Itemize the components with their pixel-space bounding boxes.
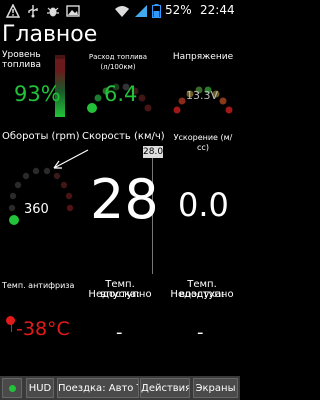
voltage-label: Напряжение: [172, 52, 234, 62]
battery-percent: 52%: [165, 3, 192, 17]
intake-temp-status: Недоступно: [88, 289, 152, 300]
fuel-consumption-label: Расход топлива (л/100км): [88, 53, 148, 71]
coolant-value: -38°C: [16, 318, 70, 340]
fuel-level-value: 93%: [14, 82, 61, 106]
trip-button[interactable]: Поездка: Авто Тр: [57, 378, 139, 398]
coolant-indicator-stem: [11, 324, 12, 332]
air-temp-value: -: [197, 322, 204, 343]
speed-badge: 28.0: [143, 146, 164, 158]
rpm-gauge: [8, 167, 74, 225]
wifi-icon: [115, 6, 129, 17]
bug-icon: [47, 7, 59, 17]
acceleration-value: 0.0: [178, 186, 229, 224]
warning-icon: [6, 4, 20, 18]
coolant-label: Темп. антифриза: [2, 281, 75, 290]
usb-icon: [28, 5, 38, 18]
rpm-value: 360: [24, 202, 49, 217]
battery-icon: [152, 4, 161, 18]
record-icon: [8, 385, 16, 392]
hud-button[interactable]: HUD: [26, 378, 54, 398]
clock: 22:44: [200, 3, 235, 17]
image-icon: [66, 5, 80, 17]
page-title: Главное: [2, 22, 98, 47]
speed-label: Скорость (км/ч): [82, 131, 165, 142]
actions-button[interactable]: Действия: [140, 378, 190, 398]
acceleration-label: Ускорение (м/сс): [173, 133, 233, 152]
intake-temp-value: -: [116, 322, 123, 343]
air-temp-status: Недоступно: [170, 289, 234, 300]
signal-icon: [135, 5, 147, 17]
speed-value: 28: [90, 168, 159, 231]
screens-button[interactable]: Экраны: [193, 378, 238, 398]
record-button[interactable]: [2, 378, 22, 398]
voltage-value: 13.3V: [186, 89, 219, 102]
status-bar: 52% 22:44: [0, 0, 240, 22]
fuel-consumption-value: 6.4: [104, 82, 138, 106]
rpm-label: Обороты (rpm): [2, 131, 80, 142]
